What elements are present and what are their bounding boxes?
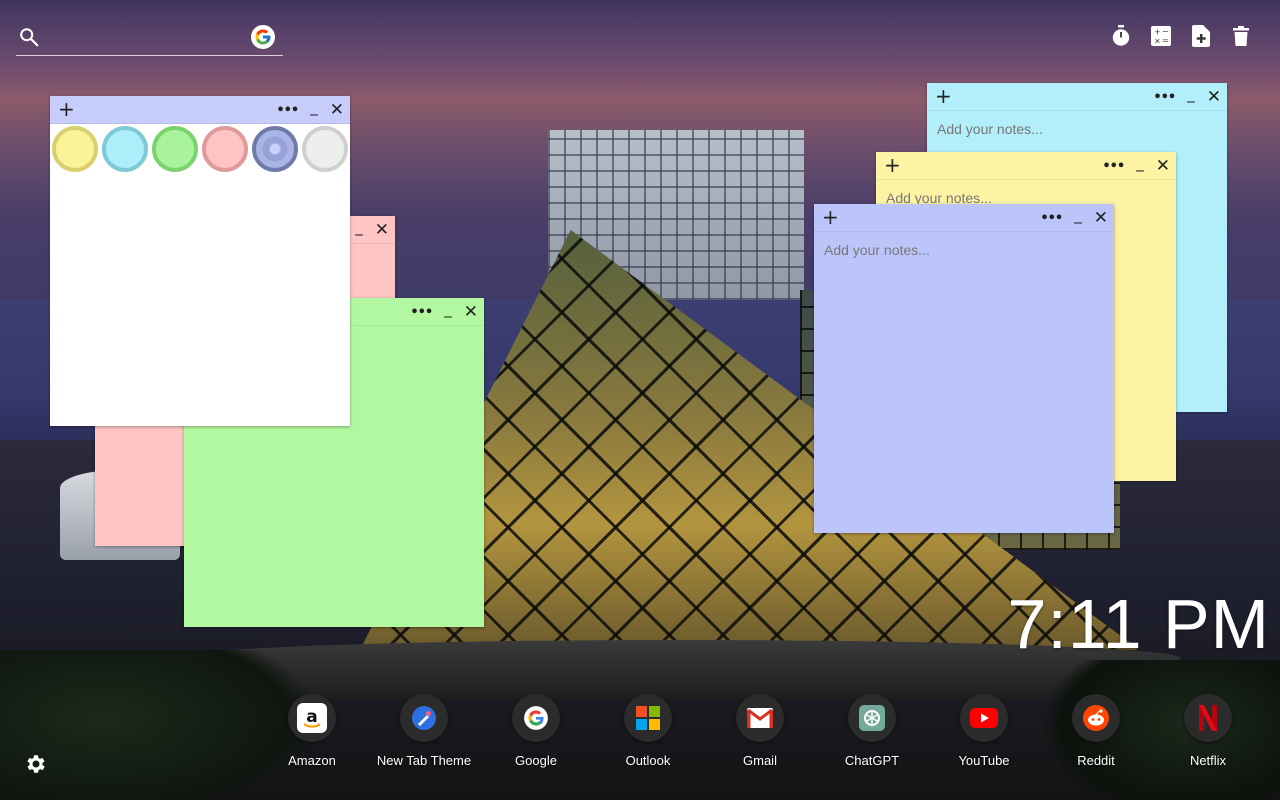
- svg-text:+: +: [1154, 28, 1161, 37]
- calculator-icon[interactable]: + − × =: [1150, 24, 1172, 48]
- note-header[interactable]: + ••• _ ✕: [927, 83, 1227, 111]
- minimize-button[interactable]: _: [1136, 155, 1144, 171]
- more-options-button[interactable]: •••: [1040, 212, 1063, 225]
- shortcut-label: Amazon: [288, 753, 336, 768]
- shortcut-google[interactable]: Google: [480, 694, 592, 768]
- google-icon: [512, 694, 560, 742]
- clock: 7:11 PM: [1007, 585, 1270, 663]
- microsoft-icon: [624, 694, 672, 742]
- netflix-icon: [1184, 694, 1232, 742]
- gear-icon[interactable]: [24, 752, 48, 776]
- more-options-button[interactable]: •••: [1153, 91, 1176, 104]
- shortcut-youtube[interactable]: YouTube: [928, 694, 1040, 768]
- shortcut-amazon[interactable]: a Amazon: [256, 694, 368, 768]
- close-button[interactable]: ✕: [464, 303, 478, 321]
- shortcut-dock: a Amazon New Tab Theme Google Outlook Gm…: [256, 694, 1264, 768]
- minimize-button[interactable]: _: [444, 301, 452, 317]
- svg-text:=: =: [1162, 36, 1169, 45]
- youtube-icon: [960, 694, 1008, 742]
- note-controls: ••• _ ✕: [410, 298, 478, 326]
- shortcut-reddit[interactable]: Reddit: [1040, 694, 1152, 768]
- add-note-button[interactable]: +: [822, 207, 839, 227]
- shortcut-label: YouTube: [958, 753, 1010, 768]
- close-button[interactable]: ✕: [375, 221, 389, 239]
- minimize-button[interactable]: _: [310, 99, 318, 115]
- shortcut-label: Outlook: [625, 753, 671, 768]
- close-button[interactable]: ✕: [330, 101, 344, 119]
- shortcut-label: Google: [515, 753, 557, 768]
- shortcut-new-tab-theme[interactable]: New Tab Theme: [368, 694, 480, 768]
- chatgpt-icon: [848, 694, 896, 742]
- note-placeholder: Add your notes...: [937, 121, 1043, 137]
- add-note-button[interactable]: +: [884, 155, 901, 175]
- note-controls: ••• _ ✕: [1102, 152, 1170, 180]
- shortcut-gmail[interactable]: Gmail: [704, 694, 816, 768]
- svg-text:a: a: [306, 707, 317, 727]
- add-note-button[interactable]: +: [935, 86, 952, 106]
- color-swatch-cyan[interactable]: [102, 126, 148, 172]
- shortcut-chatgpt[interactable]: ChatGPT: [816, 694, 928, 768]
- color-swatch-blue[interactable]: [252, 126, 298, 172]
- shortcut-label: Gmail: [743, 753, 777, 768]
- close-button[interactable]: ✕: [1094, 209, 1108, 227]
- toolbar: + − × =: [1110, 24, 1252, 48]
- reddit-icon: [1072, 694, 1120, 742]
- note-controls: ••• _ ✕: [1040, 204, 1108, 232]
- note-header[interactable]: + ••• _ ✕: [876, 152, 1176, 180]
- stopwatch-icon[interactable]: [1110, 24, 1132, 48]
- color-swatch-white[interactable]: [302, 126, 348, 172]
- svg-text:−: −: [1162, 27, 1169, 36]
- color-swatch-pink[interactable]: [202, 126, 248, 172]
- shortcut-label: Netflix: [1189, 753, 1227, 768]
- sticky-note-blue[interactable]: + ••• _ ✕ Add your notes...: [814, 204, 1114, 533]
- note-controls: ••• _ ✕: [1153, 83, 1221, 111]
- search-icon[interactable]: [18, 26, 40, 48]
- search-bar: [16, 20, 283, 56]
- gmail-icon: [736, 694, 784, 742]
- close-button[interactable]: ✕: [1207, 88, 1221, 106]
- color-picker: [50, 124, 350, 172]
- trash-icon[interactable]: [1230, 24, 1252, 48]
- more-options-button[interactable]: •••: [276, 104, 299, 117]
- google-icon[interactable]: [251, 25, 275, 49]
- note-controls: ••• _ ✕: [276, 96, 344, 124]
- shortcut-netflix[interactable]: Netflix: [1152, 694, 1264, 768]
- more-options-button[interactable]: •••: [410, 306, 433, 319]
- minimize-button[interactable]: _: [1187, 86, 1195, 102]
- svg-text:×: ×: [1154, 37, 1161, 46]
- close-button[interactable]: ✕: [1156, 157, 1170, 175]
- note-header[interactable]: + ••• _ ✕: [814, 204, 1114, 232]
- note-textarea[interactable]: Add your notes...: [927, 111, 1227, 147]
- shortcut-outlook[interactable]: Outlook: [592, 694, 704, 768]
- minimize-button[interactable]: _: [1074, 207, 1082, 223]
- sticky-note-color-picker[interactable]: + ••• _ ✕: [50, 96, 350, 426]
- shortcut-label: ChatGPT: [844, 753, 900, 768]
- search-input[interactable]: [50, 24, 250, 50]
- more-options-button[interactable]: •••: [1102, 160, 1125, 173]
- shortcut-label: New Tab Theme: [376, 753, 472, 768]
- note-controls: _ ✕: [355, 216, 389, 244]
- amazon-icon: a: [288, 694, 336, 742]
- new-tab-theme-icon: [400, 694, 448, 742]
- note-textarea[interactable]: Add your notes...: [814, 232, 1114, 268]
- minimize-button[interactable]: _: [355, 219, 363, 235]
- add-note-button[interactable]: +: [58, 99, 75, 119]
- note-header[interactable]: + ••• _ ✕: [50, 96, 350, 124]
- note-placeholder: Add your notes...: [824, 242, 930, 258]
- shortcut-label: Reddit: [1077, 753, 1115, 768]
- color-swatch-yellow[interactable]: [52, 126, 98, 172]
- color-swatch-green[interactable]: [152, 126, 198, 172]
- add-note-icon[interactable]: [1190, 24, 1212, 48]
